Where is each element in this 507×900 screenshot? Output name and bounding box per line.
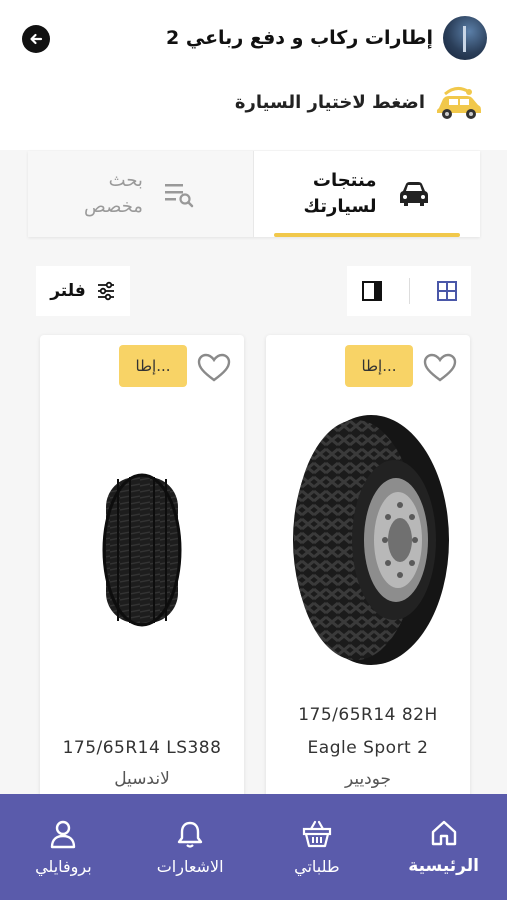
product-image — [293, 415, 449, 665]
tab-label-line2: لسيارتك — [303, 196, 377, 217]
product-name-line1: 175/65R14 LS388 — [62, 738, 222, 758]
sliders-icon — [97, 281, 114, 301]
select-car-label: اضغط لاختيار السيارة — [234, 91, 425, 113]
tab-my-car-products[interactable]: منتجات لسيارتك — [254, 151, 480, 237]
filter-label: فلتر — [50, 281, 86, 301]
nav-home[interactable]: الرئيسية — [380, 794, 507, 900]
tab-custom-search[interactable]: بحث مخصص — [28, 151, 254, 237]
grid-view-icon[interactable] — [435, 279, 459, 303]
category-header: إطارات ركاب و دفع رباعي 2 — [166, 16, 487, 60]
category-title: إطارات ركاب و دفع رباعي 2 — [166, 27, 433, 49]
product-image — [102, 473, 182, 627]
heart-icon[interactable] — [423, 353, 457, 383]
product-card[interactable]: إطا... 175/65R14 82H Eagle Sport 2 جوديي… — [266, 335, 470, 805]
nav-notifications[interactable]: الاشعارات — [127, 794, 254, 900]
nav-label: بروفايلي — [35, 856, 92, 876]
bottom-nav: الرئيسية طلباتي الاشعارات بروفايلي — [0, 794, 507, 900]
product-badge: إطا... — [119, 345, 187, 387]
nav-label: الرئيسية — [408, 856, 479, 876]
view-divider — [408, 278, 410, 304]
list-search-icon — [164, 184, 194, 208]
arrow-left-icon — [30, 33, 43, 45]
tab-label-line2: مخصص — [84, 196, 143, 217]
toolbar: فلتر — [0, 266, 507, 316]
home-icon — [431, 820, 456, 846]
product-name-line1: 175/65R14 82H — [298, 705, 438, 725]
active-tab-indicator — [274, 233, 460, 237]
product-brand: جوديير — [344, 769, 392, 789]
tab-label: منتجات لسيارتك — [303, 168, 376, 220]
product-badge: إطا... — [345, 345, 413, 387]
tab-label-line1: بحث — [108, 170, 143, 191]
tab-label-line1: منتجات — [312, 170, 377, 191]
filter-button[interactable]: فلتر — [36, 266, 130, 316]
tab-label: بحث مخصص — [84, 168, 143, 220]
product-tabs: بحث مخصص منتجات لسيارتك — [28, 151, 480, 237]
heart-icon[interactable] — [197, 353, 231, 383]
profile-icon — [51, 820, 76, 848]
select-car-button[interactable]: اضغط لاختيار السيارة — [235, 84, 483, 120]
nav-label: الاشعارات — [156, 856, 224, 876]
nav-label: طلباتي — [294, 856, 340, 876]
product-brand: لاندسيل — [114, 769, 170, 789]
back-button[interactable] — [22, 25, 50, 53]
nav-profile[interactable]: بروفايلي — [0, 794, 127, 900]
product-name-line2: Eagle Sport 2 — [307, 738, 429, 758]
bell-icon — [177, 821, 203, 848]
car-icon — [437, 87, 481, 119]
nav-orders[interactable]: طلباتي — [254, 794, 381, 900]
car-front-icon — [399, 182, 428, 206]
view-toggle — [347, 266, 471, 316]
product-grid: إطا... 175/65R14 82H Eagle Sport 2 جوديي… — [0, 335, 507, 805]
product-card[interactable]: إطا... 175/65R14 LS388 لاندسيل — [40, 335, 244, 805]
header: إطارات ركاب و دفع رباعي 2 اضغط لاختيار ا… — [0, 0, 507, 150]
basket-icon — [302, 820, 331, 847]
category-avatar — [443, 16, 487, 60]
single-view-icon[interactable] — [360, 279, 384, 303]
